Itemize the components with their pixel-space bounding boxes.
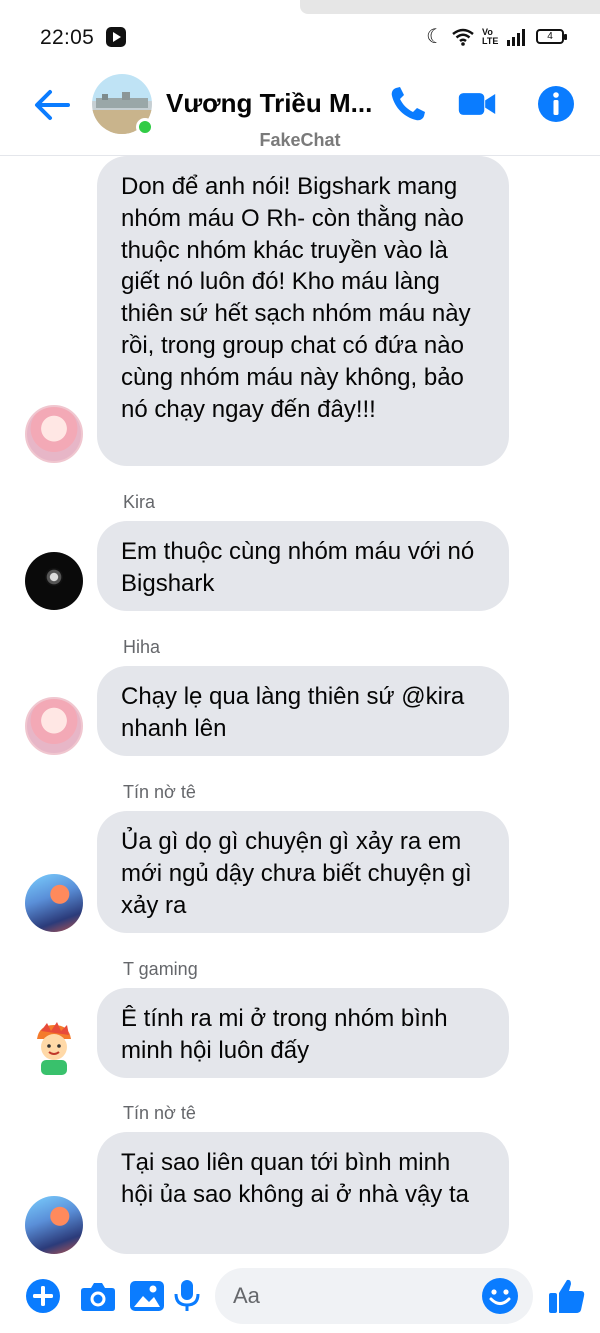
camera-icon[interactable]	[80, 1278, 116, 1314]
wifi-icon	[452, 28, 474, 46]
blue-sky-avatar[interactable]	[25, 874, 83, 932]
sender-name: Hiha	[123, 637, 161, 657]
volte-label: Vo LTE	[482, 26, 499, 46]
message-bubble[interactable]: Chạy lẹ qua làng thiên sứ @kira nhanh lê…	[97, 666, 509, 756]
sender-name: Kira	[123, 492, 156, 512]
thumbs-up-icon[interactable]	[547, 1276, 587, 1316]
moon-icon: ☾	[426, 26, 444, 48]
back-arrow-icon[interactable]	[30, 85, 74, 125]
signal-icon	[507, 28, 525, 46]
blue-sky-avatar[interactable]	[25, 1196, 83, 1254]
video-camera-icon[interactable]	[457, 84, 497, 124]
battery-icon: 4	[536, 29, 567, 44]
message-bubble[interactable]: Tại sao liên quan tới bình minh hội ủa s…	[97, 1132, 509, 1254]
status-bar: 22:05 ☾ Vo LTE 4	[0, 0, 600, 72]
sender-name: Tín nờ tê	[123, 1103, 196, 1123]
gallery-icon[interactable]	[129, 1278, 165, 1314]
microphone-icon[interactable]	[172, 1278, 202, 1314]
message-bubble[interactable]: Em thuộc cùng nhóm máu với nó Bigshark	[97, 521, 509, 611]
cartoon-kid-icon	[37, 1022, 71, 1075]
plus-icon[interactable]	[25, 1278, 61, 1314]
cartoon-kid-avatar[interactable]	[25, 1019, 83, 1077]
pink-anime-avatar[interactable]	[25, 405, 83, 463]
info-icon[interactable]	[536, 84, 576, 124]
sender-name: Tín nờ tê	[123, 782, 196, 802]
dark-avatar[interactable]	[25, 552, 83, 610]
phone-icon[interactable]	[388, 84, 428, 124]
message-list[interactable]: Don để anh nói! Bigshark mang nhóm máu O…	[0, 156, 600, 1256]
message-bubble[interactable]: Ủa gì dọ gì chuyện gì xảy ra em mới ngủ …	[97, 811, 509, 933]
pink-anime-avatar[interactable]	[25, 697, 83, 755]
sender-name: T gaming	[123, 959, 198, 979]
status-icons: ☾ Vo LTE 4	[426, 24, 567, 49]
youtube-notification-icon	[106, 27, 126, 47]
message-input[interactable]	[233, 1280, 473, 1312]
message-bubble[interactable]: Don để anh nói! Bigshark mang nhóm máu O…	[97, 156, 509, 466]
emoji-icon[interactable]	[481, 1277, 519, 1315]
notification-pill	[300, 0, 600, 14]
fakechat-watermark: FakeChat	[259, 130, 341, 150]
message-bubble[interactable]: Ê tính ra mi ở trong nhóm bình minh hội …	[97, 988, 509, 1078]
message-composer	[0, 1258, 600, 1333]
status-time: 22:05	[40, 26, 95, 49]
contact-name[interactable]: Vương Triều M...	[166, 88, 382, 119]
